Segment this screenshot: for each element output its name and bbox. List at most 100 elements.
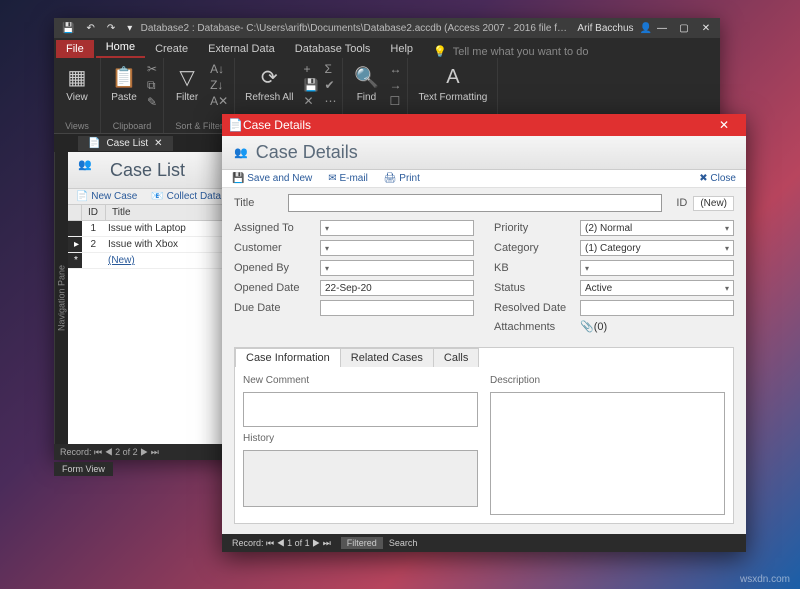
watermark: wsxdn.com — [740, 574, 790, 585]
more-icon[interactable]: ⋯ — [324, 94, 336, 108]
kb-combo[interactable] — [580, 260, 734, 276]
status-view: Form View — [54, 462, 113, 476]
access-title: Database2 : Database- C:\Users\arifb\Doc… — [136, 23, 571, 34]
filter-button[interactable]: ▽Filter — [170, 62, 204, 105]
attachments-value[interactable]: 📎(0) — [580, 320, 607, 333]
case-header-title: Case Details — [256, 142, 358, 163]
replace-icon[interactable]: ↔ — [389, 62, 401, 76]
priority-combo[interactable]: (2) Normal — [580, 220, 734, 236]
tell-me[interactable]: 💡Tell me what you want to do — [433, 45, 588, 58]
case-statusbar: Record: ⏮ ◀ 1 of 1 ▶ ⏭ Filtered Search — [222, 534, 746, 552]
close-icon[interactable]: ✕ — [696, 20, 716, 36]
due-date-field[interactable] — [320, 300, 474, 316]
cut-icon[interactable]: ✂ — [147, 62, 157, 76]
new-icon[interactable]: + — [303, 62, 318, 76]
save-and-new-link[interactable]: 💾 Save and New — [232, 173, 312, 184]
close-tab-icon[interactable]: ✕ — [154, 138, 162, 149]
new-comment-input[interactable] — [243, 392, 478, 427]
ribbon-group-clipboard: 📋Paste ✂⧉✎ Clipboard — [101, 58, 164, 133]
tab-database-tools[interactable]: Database Tools — [285, 40, 381, 58]
opened-by-combo[interactable] — [320, 260, 474, 276]
record-nav[interactable]: Record: ⏮ ◀ 1 of 1 ▶ ⏭ — [228, 538, 335, 549]
ribbon-group-views: ▦View Views — [54, 58, 101, 133]
minimize-icon[interactable]: — — [652, 20, 672, 36]
maximize-icon[interactable]: ▢ — [674, 20, 694, 36]
doc-tab-case-list[interactable]: 📄 Case List ✕ — [78, 136, 173, 151]
history-box — [243, 450, 478, 507]
totals-icon[interactable]: Σ — [324, 62, 336, 76]
refresh-button[interactable]: ⟳Refresh All — [241, 62, 297, 105]
tab-home[interactable]: Home — [96, 38, 145, 58]
save-icon[interactable]: 💾 — [58, 21, 78, 36]
new-case-link[interactable]: 📄 New Case — [76, 191, 137, 202]
tab-help[interactable]: Help — [380, 40, 423, 58]
collect-data-link[interactable]: 📧 Collect Data — [151, 191, 221, 202]
history-label: History — [243, 433, 478, 444]
clear-sort-icon[interactable]: A✕ — [210, 94, 228, 108]
description-label: Description — [490, 375, 725, 386]
customer-combo[interactable] — [320, 240, 474, 256]
tab-external-data[interactable]: External Data — [198, 40, 285, 58]
navigation-pane[interactable]: Navigation Pane — [54, 152, 68, 444]
user-name[interactable]: Arif Bacchus — [577, 23, 633, 34]
format-painter-icon[interactable]: ✎ — [147, 95, 157, 109]
tab-case-information[interactable]: Case Information — [235, 348, 341, 367]
search-box[interactable]: Search — [389, 538, 418, 548]
textfmt-button[interactable]: AText Formatting — [414, 62, 491, 105]
title-label: Title — [234, 197, 282, 209]
print-link[interactable]: 🖨 Print — [384, 173, 420, 184]
case-window-title: Case Details — [243, 118, 708, 132]
opened-date-field[interactable]: 22-Sep-20 — [320, 280, 474, 296]
assigned-to-combo[interactable] — [320, 220, 474, 236]
view-button[interactable]: ▦View — [60, 62, 94, 105]
filter-icon: ▽ — [174, 64, 200, 90]
case-toolbar: 💾 Save and New ✉ E-mail 🖨 Print ✖ Close — [222, 170, 746, 188]
case-titlebar: 📄 Case Details ✕ — [222, 114, 746, 136]
case-body: Title ID (New) Assigned To Customer Open… — [222, 188, 746, 534]
id-label: ID — [676, 197, 687, 209]
resolved-date-field[interactable] — [580, 300, 734, 316]
tab-calls[interactable]: Calls — [433, 348, 479, 367]
description-input[interactable] — [490, 392, 725, 515]
redo-icon[interactable]: ↷ — [103, 21, 119, 36]
case-header-icon: 👥 — [234, 146, 248, 159]
status-combo[interactable]: Active — [580, 280, 734, 296]
case-window-icon: 📄 — [228, 118, 243, 132]
id-value: (New) — [693, 196, 734, 211]
find-button[interactable]: 🔍Find — [349, 62, 383, 105]
refresh-icon: ⟳ — [256, 64, 282, 90]
copy-icon[interactable]: ⧉ — [147, 78, 157, 93]
status-record-nav[interactable]: Record: ⏮ ◀ 2 of 2 ▶ ⏭ — [60, 447, 159, 458]
email-link[interactable]: ✉ E-mail — [328, 173, 368, 184]
view-icon: ▦ — [64, 64, 90, 90]
text-icon: A — [440, 64, 466, 90]
paste-button[interactable]: 📋Paste — [107, 62, 141, 105]
find-icon: 🔍 — [353, 64, 379, 90]
select-icon[interactable]: ☐ — [389, 94, 401, 108]
close-icon[interactable]: ✕ — [708, 118, 740, 132]
tab-related-cases[interactable]: Related Cases — [340, 348, 434, 367]
spell-icon[interactable]: ✔ — [324, 78, 336, 92]
filtered-badge[interactable]: Filtered — [341, 537, 383, 549]
case-header: 👥 Case Details — [222, 136, 746, 170]
delete-icon[interactable]: ✕ — [303, 94, 318, 108]
title-input[interactable] — [288, 194, 662, 212]
asc-icon[interactable]: A↓ — [210, 62, 228, 76]
qat-more-icon[interactable]: ▾ — [123, 21, 136, 36]
category-combo[interactable]: (1) Category — [580, 240, 734, 256]
paste-icon: 📋 — [111, 64, 137, 90]
desc-icon[interactable]: Z↓ — [210, 78, 228, 92]
new-comment-label: New Comment — [243, 375, 478, 386]
tab-create[interactable]: Create — [145, 40, 198, 58]
form-icon: 👥 — [78, 158, 102, 182]
access-titlebar: 💾 ↶ ↷ ▾ Database2 : Database- C:\Users\a… — [54, 18, 720, 38]
goto-icon[interactable]: → — [389, 78, 401, 92]
case-tabs: Case Information Related Cases Calls New… — [234, 347, 734, 524]
tab-file[interactable]: File — [56, 40, 94, 58]
close-link[interactable]: ✖ Close — [699, 173, 736, 184]
save-rec-icon[interactable]: 💾 — [303, 78, 318, 92]
form-title: Case List — [110, 160, 185, 181]
col-id[interactable]: ID — [82, 205, 106, 220]
avatar[interactable]: 👤 — [640, 23, 652, 34]
undo-icon[interactable]: ↶ — [82, 21, 98, 36]
